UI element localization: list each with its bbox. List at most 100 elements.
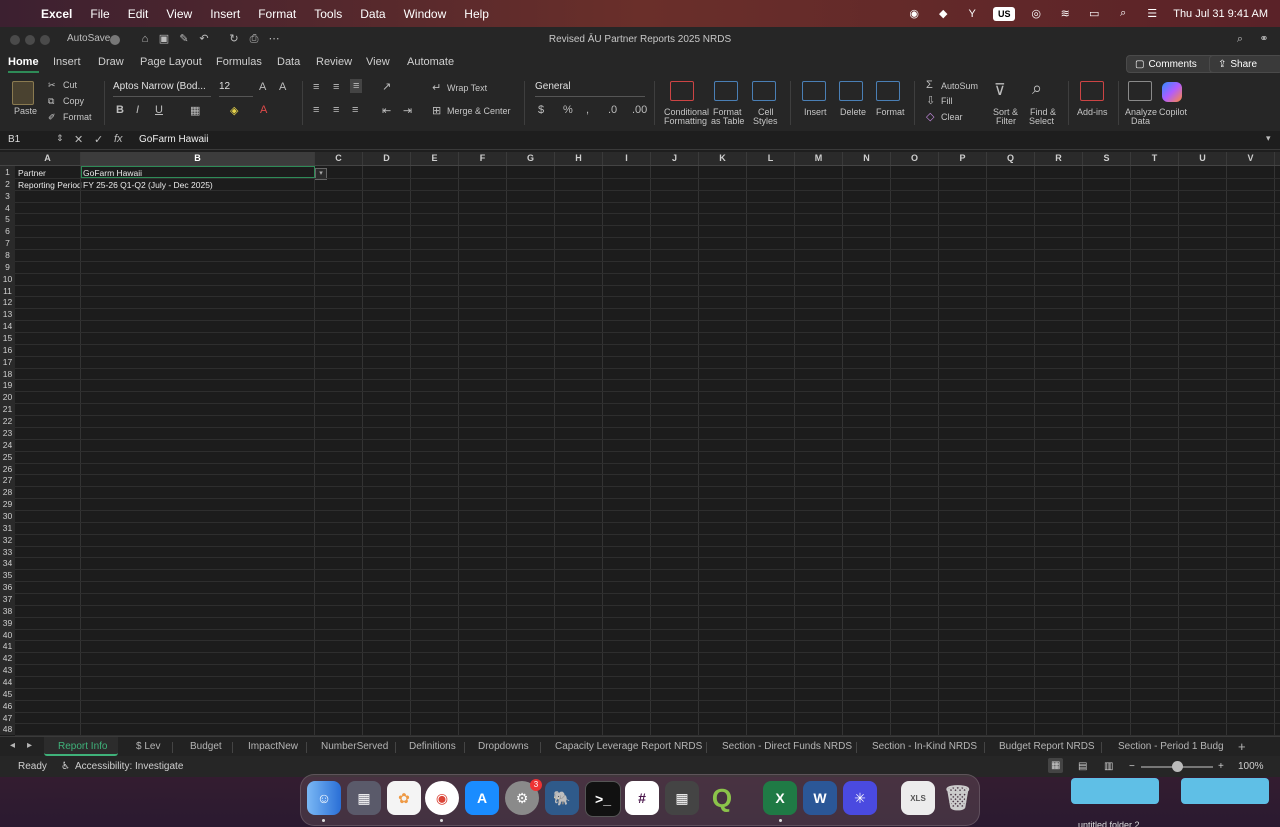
row-header-44[interactable]: 44 (0, 675, 15, 688)
column-header-I[interactable]: I (603, 152, 651, 165)
tab-page-layout[interactable]: Page Layout (140, 56, 202, 68)
tab-review[interactable]: Review (316, 56, 352, 68)
borders-icon[interactable]: ▦ (190, 104, 200, 117)
sheet-tab-budget-report[interactable]: Budget Report NRDS (999, 741, 1095, 752)
row-header-47[interactable]: 47 (0, 711, 15, 724)
font-size-dropdown[interactable]: 12 (219, 81, 253, 97)
launchpad-icon[interactable]: ▦ (347, 781, 381, 815)
format-cells-icon[interactable] (876, 81, 900, 101)
row-header-23[interactable]: 23 (0, 426, 15, 439)
row-header-25[interactable]: 25 (0, 450, 15, 463)
row-header-29[interactable]: 29 (0, 498, 15, 511)
format-painter-button[interactable]: Format (63, 112, 92, 122)
row-header-8[interactable]: 8 (0, 249, 15, 262)
column-header-R[interactable]: R (1035, 152, 1083, 165)
tab-insert[interactable]: Insert (53, 56, 81, 68)
fill-button[interactable]: Fill (941, 96, 953, 106)
scroll-tabs-right-icon[interactable]: ▸ (27, 740, 32, 751)
copy-icon[interactable]: ⧉ (48, 96, 54, 107)
cancel-entry-icon[interactable]: ✕ (74, 133, 83, 146)
formula-input[interactable]: GoFarm Hawaii (139, 134, 208, 145)
currency-icon[interactable]: $ (538, 104, 544, 116)
row-header-20[interactable]: 20 (0, 391, 15, 404)
row-header-21[interactable]: 21 (0, 403, 15, 416)
calculator-icon[interactable]: ▦ (665, 781, 699, 815)
add-ins-icon[interactable] (1080, 81, 1104, 101)
cell-B2[interactable]: FY 25-26 Q1-Q2 (July - Dec 2025) (83, 180, 213, 190)
control-center-icon[interactable]: ☰ (1144, 7, 1160, 21)
merge-center-button[interactable]: Merge & Center (447, 106, 511, 116)
column-header-M[interactable]: M (795, 152, 843, 165)
copy-button[interactable]: Copy (63, 96, 84, 106)
zoom-slider[interactable] (1141, 761, 1213, 772)
confirm-entry-icon[interactable]: ✓ (94, 133, 103, 146)
format-as-table-icon[interactable] (714, 81, 738, 101)
row-header-34[interactable]: 34 (0, 557, 15, 570)
row-header-19[interactable]: 19 (0, 379, 15, 392)
fill-color-icon[interactable]: ◈ (230, 104, 238, 117)
sheet-tab-capacity-leverage[interactable]: Capacity Leverage Report NRDS (555, 741, 702, 752)
menu-view[interactable]: View (166, 7, 192, 21)
row-header-27[interactable]: 27 (0, 474, 15, 487)
row-header-24[interactable]: 24 (0, 438, 15, 451)
trash-icon[interactable]: 🗑 (941, 781, 975, 815)
sheet-tab-direct-funds[interactable]: Section - Direct Funds NRDS (722, 741, 852, 752)
row-header-4[interactable]: 4 (0, 201, 15, 214)
worksheet-grid[interactable]: ABCDEFGHIJKLMNOPQRSTUV 1 2 3 4 5 6 7 8 9 10 11 12 13… (0, 152, 1280, 736)
cut-button[interactable]: Cut (63, 80, 77, 90)
terminal-icon[interactable]: >_ (585, 781, 621, 817)
row-header-33[interactable]: 33 (0, 545, 15, 558)
sheet-tab-in-kind[interactable]: Section - In-Kind NRDS (872, 741, 977, 752)
name-box[interactable]: B1 (8, 134, 20, 145)
analyze-data-icon[interactable] (1128, 81, 1152, 101)
page-layout-view-icon[interactable]: ▤ (1078, 761, 1087, 772)
app-store-icon[interactable]: A (465, 781, 499, 815)
zoom-level[interactable]: 100% (1238, 761, 1264, 772)
row-header-13[interactable]: 13 (0, 308, 15, 321)
paste-icon[interactable] (12, 81, 34, 105)
row-header-48[interactable]: 48 (0, 723, 15, 736)
wifi-icon[interactable]: ≋ (1057, 7, 1073, 21)
format-as-table-label-2[interactable]: as Table (711, 116, 744, 126)
row-header-14[interactable]: 14 (0, 320, 15, 333)
desktop-folder-label[interactable]: untitled folder 2 (1078, 820, 1140, 827)
row-header-7[interactable]: 7 (0, 237, 15, 250)
row-header-43[interactable]: 43 (0, 664, 15, 677)
insert-function-button[interactable]: fx (114, 133, 123, 145)
input-source-badge[interactable]: US (993, 6, 1016, 21)
autosum-button[interactable]: AutoSum (941, 81, 978, 91)
row-header-37[interactable]: 37 (0, 592, 15, 605)
accessibility-icon[interactable]: ♿ (61, 761, 70, 772)
cell-A1[interactable]: Partner (18, 168, 46, 178)
column-header-L[interactable]: L (747, 152, 795, 165)
row-header-38[interactable]: 38 (0, 604, 15, 617)
search-icon[interactable]: ⌕ (1233, 32, 1247, 46)
sheet-tab-dropdowns[interactable]: Dropdowns (478, 741, 529, 752)
align-center-icon[interactable]: ≡ (333, 104, 339, 116)
row-header-1[interactable]: 1 (0, 166, 15, 178)
row-header-6[interactable]: 6 (0, 225, 15, 238)
paste-button[interactable]: Paste (14, 106, 37, 116)
decrease-indent-icon[interactable]: ⇤ (382, 104, 391, 117)
sheet-tab-numberserved[interactable]: NumberServed (321, 741, 388, 752)
row-header-18[interactable]: 18 (0, 367, 15, 380)
name-box-stepper-icon[interactable]: ⇕ (56, 133, 64, 144)
menu-window[interactable]: Window (404, 7, 447, 21)
cell-styles-label-2[interactable]: Styles (753, 116, 778, 126)
align-bottom-icon[interactable]: ≡ (350, 79, 363, 93)
menu-data[interactable]: Data (360, 7, 385, 21)
menu-insert[interactable]: Insert (210, 7, 240, 21)
slack-icon[interactable]: # (625, 781, 659, 815)
row-header-5[interactable]: 5 (0, 213, 15, 226)
user-icon[interactable]: ◎ (1028, 7, 1044, 21)
column-header-Q[interactable]: Q (987, 152, 1035, 165)
excel-icon[interactable]: X (763, 781, 797, 815)
column-header-J[interactable]: J (651, 152, 699, 165)
comma-style-icon[interactable]: , (586, 104, 589, 116)
accessibility-status[interactable]: Accessibility: Investigate (75, 761, 183, 772)
italic-button[interactable]: I (136, 104, 139, 116)
format-painter-icon[interactable]: ✐ (48, 112, 56, 123)
dropbox-icon[interactable]: ◆ (935, 7, 951, 21)
sheet-tab-impactnew[interactable]: ImpactNew (248, 741, 298, 752)
font-color-icon[interactable]: A (260, 104, 267, 116)
